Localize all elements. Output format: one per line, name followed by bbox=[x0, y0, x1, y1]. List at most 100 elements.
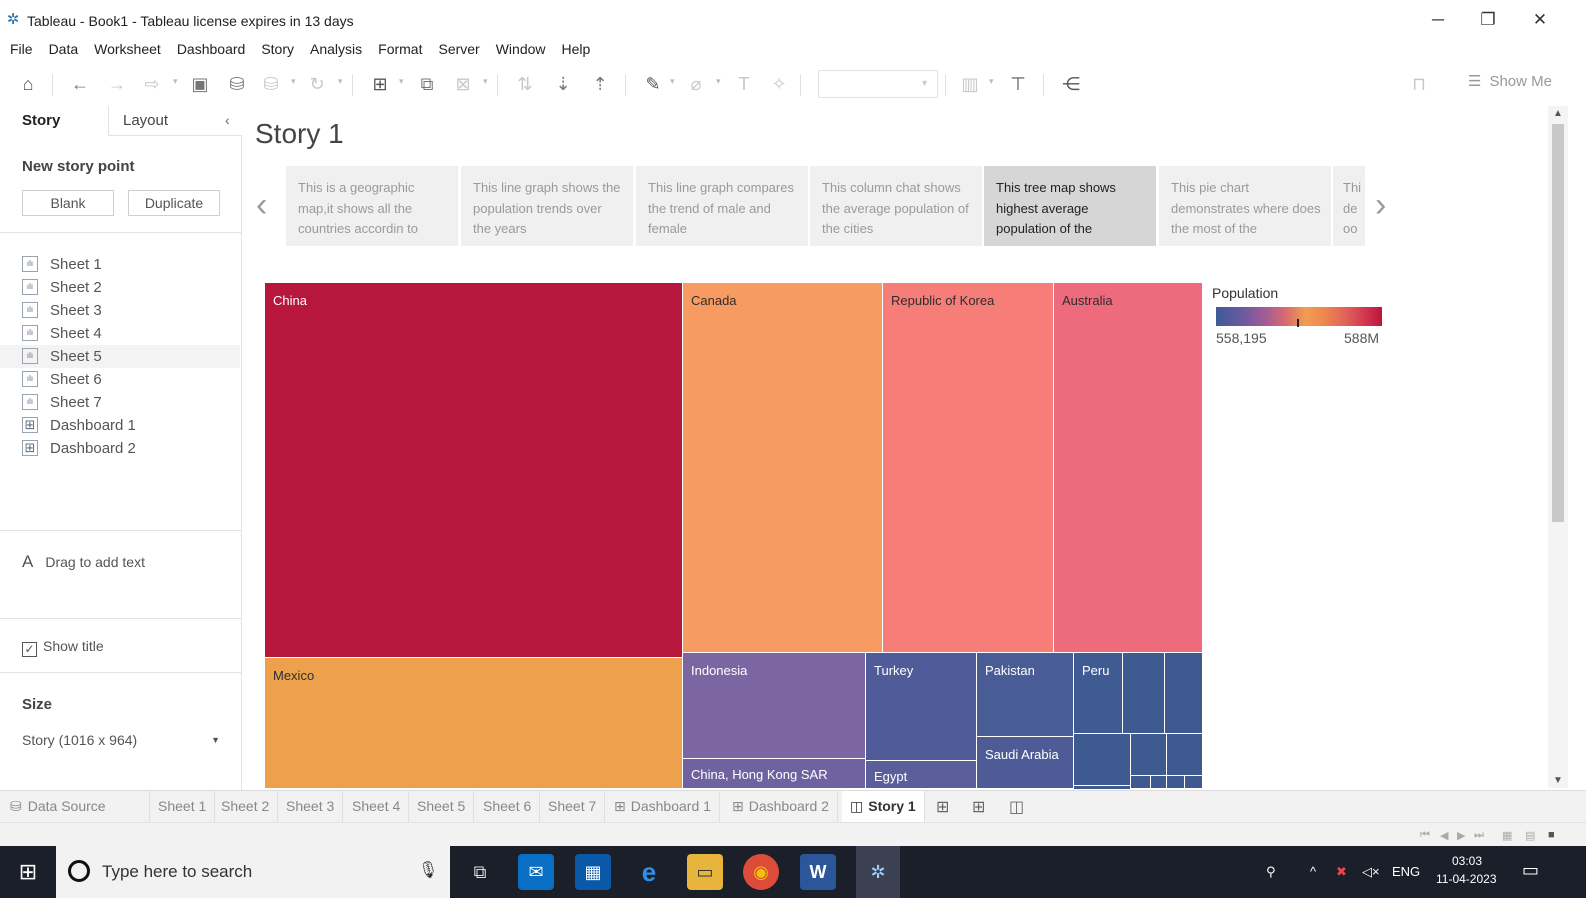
word-icon[interactable]: W bbox=[800, 854, 836, 890]
menu-format[interactable]: Format bbox=[378, 41, 422, 57]
sort-ascending-icon[interactable]: ⇣ bbox=[550, 72, 576, 96]
treemap-cell[interactable] bbox=[1123, 653, 1165, 734]
dashboard-list-item[interactable]: ⊞ Dashboard 2 bbox=[0, 437, 240, 460]
duplicate-sheet-icon[interactable]: ⧉ bbox=[414, 72, 440, 96]
tab-sheet[interactable]: Sheet 2 bbox=[213, 791, 279, 822]
treemap-cell[interactable] bbox=[1074, 786, 1131, 789]
treemap-cell[interactable] bbox=[1131, 776, 1151, 789]
treemap-cell-hong-kong[interactable]: China, Hong Kong SAR bbox=[683, 759, 866, 789]
treemap-cell-peru[interactable]: Peru bbox=[1074, 653, 1123, 734]
store-icon[interactable]: ▦ bbox=[575, 854, 611, 890]
sheet-list-item[interactable]: ılı Sheet 3 bbox=[0, 299, 240, 322]
taskbar-search[interactable]: Type here to search 🎙 bbox=[56, 846, 450, 898]
tab-sheet[interactable]: Sheet 7 bbox=[540, 791, 606, 822]
notification-icon[interactable]: ▭ bbox=[1522, 860, 1539, 881]
next-sheet-icon[interactable]: ▶ bbox=[1457, 829, 1465, 842]
swap-axes-icon[interactable]: ⇅ bbox=[512, 72, 538, 96]
menu-data[interactable]: Data bbox=[49, 41, 79, 57]
treemap-cell-mexico[interactable]: Mexico bbox=[265, 658, 683, 789]
treemap-cell[interactable] bbox=[1185, 776, 1203, 789]
new-story-icon[interactable]: ◫ bbox=[1009, 797, 1024, 817]
treemap-cell-china[interactable]: China bbox=[265, 283, 683, 658]
mail-icon[interactable]: ✉ bbox=[518, 854, 554, 890]
new-dashboard-icon[interactable]: ⊞ bbox=[972, 797, 985, 817]
treemap-cell-canada[interactable]: Canada bbox=[683, 283, 883, 653]
windows-start-icon[interactable]: ⊞ bbox=[0, 846, 56, 898]
menu-help[interactable]: Help bbox=[562, 41, 591, 57]
first-sheet-icon[interactable]: ⏮ bbox=[1420, 829, 1430, 842]
story-point[interactable]: This is a geographic map,it shows all th… bbox=[286, 166, 458, 246]
menu-worksheet[interactable]: Worksheet bbox=[94, 41, 161, 57]
menu-file[interactable]: File bbox=[10, 41, 33, 57]
menu-dashboard[interactable]: Dashboard bbox=[177, 41, 246, 57]
menu-story[interactable]: Story bbox=[261, 41, 294, 57]
treemap-cell-indonesia[interactable]: Indonesia bbox=[683, 653, 866, 759]
menu-window[interactable]: Window bbox=[496, 41, 546, 57]
file-explorer-icon[interactable]: ▭ bbox=[687, 854, 723, 890]
new-worksheet-icon[interactable]: ⊞ bbox=[367, 72, 393, 96]
close-icon[interactable]: ✕ bbox=[1520, 6, 1560, 34]
edge-icon[interactable]: e bbox=[631, 854, 667, 890]
treemap-cell[interactable] bbox=[1165, 653, 1203, 734]
sort-descending-icon[interactable]: ⇡ bbox=[587, 72, 613, 96]
home-icon[interactable]: ⌂ bbox=[15, 72, 41, 96]
clock-date[interactable]: 11-04-2023 bbox=[1436, 872, 1497, 886]
last-sheet-icon[interactable]: ⏭ bbox=[1474, 829, 1484, 842]
chrome-icon[interactable]: ◉ bbox=[743, 854, 779, 890]
treemap-cell-saudi-arabia[interactable]: Saudi Arabia bbox=[977, 737, 1074, 789]
clear-sheet-icon[interactable]: ⊠ bbox=[450, 72, 476, 96]
clock-time[interactable]: 03:03 bbox=[1452, 854, 1482, 868]
treemap-cell[interactable] bbox=[1131, 734, 1167, 776]
tab-sheet[interactable]: Sheet 6 bbox=[475, 791, 541, 822]
scrollbar-thumb[interactable] bbox=[1552, 124, 1564, 522]
treemap-cell-egypt[interactable]: Egypt bbox=[866, 761, 977, 789]
restore-icon[interactable]: ❐ bbox=[1468, 6, 1508, 34]
collapse-panel-icon[interactable]: ‹ bbox=[225, 112, 230, 128]
story-point-active[interactable]: This tree map shows highest average popu… bbox=[984, 166, 1156, 246]
sheet-list-item[interactable]: ılı Sheet 7 bbox=[0, 391, 240, 414]
story-point[interactable]: This line graph compares the trend of ma… bbox=[636, 166, 808, 246]
network-icon[interactable]: ✖ bbox=[1336, 864, 1347, 880]
new-worksheet-icon[interactable]: ⊞ bbox=[936, 797, 949, 817]
volume-icon[interactable]: ◁× bbox=[1362, 864, 1380, 880]
drag-to-add-text[interactable]: A Drag to add text bbox=[22, 552, 145, 572]
sheet-list-item[interactable]: ılı Sheet 5 bbox=[0, 345, 240, 368]
treemap-cell[interactable] bbox=[1167, 734, 1203, 776]
tab-data-source[interactable]: ⛁ Data Source bbox=[0, 791, 150, 822]
treemap-cell-australia[interactable]: Australia bbox=[1054, 283, 1203, 653]
treemap-cell-republic-of-korea[interactable]: Republic of Korea bbox=[883, 283, 1054, 653]
group-icon[interactable]: ⌀ bbox=[683, 72, 709, 96]
tab-sheet[interactable]: Sheet 5 bbox=[409, 791, 475, 822]
chevron-up-icon[interactable]: ^ bbox=[1310, 864, 1316, 879]
pause-updates-icon[interactable]: ⛁ bbox=[258, 72, 284, 96]
tableau-icon[interactable]: ✲ bbox=[860, 854, 896, 890]
labels-icon[interactable]: T bbox=[731, 72, 757, 96]
undo-icon[interactable]: ← bbox=[67, 72, 93, 96]
previous-sheet-icon[interactable]: ◀ bbox=[1440, 829, 1448, 842]
tab-sheet[interactable]: Sheet 3 bbox=[278, 791, 344, 822]
redo-icon[interactable]: → bbox=[104, 72, 130, 96]
sheet-list-item[interactable]: ılı Sheet 4 bbox=[0, 322, 240, 345]
task-view-icon[interactable]: ⧉ bbox=[462, 854, 498, 890]
tab-story[interactable]: Story bbox=[0, 106, 108, 136]
replay-icon[interactable]: ⇨ bbox=[139, 72, 165, 96]
sheet-sorter-icon[interactable]: ▦ bbox=[1502, 829, 1512, 842]
tabs-view-icon[interactable]: ■ bbox=[1548, 829, 1555, 841]
menu-analysis[interactable]: Analysis bbox=[310, 41, 362, 57]
treemap-cell[interactable] bbox=[1151, 776, 1167, 789]
tab-sheet[interactable]: Sheet 4 bbox=[344, 791, 410, 822]
story-point[interactable]: Thi de oo bbox=[1333, 166, 1365, 246]
refresh-icon[interactable]: ↻ bbox=[304, 72, 330, 96]
tab-layout[interactable]: Layout bbox=[108, 106, 242, 136]
pin-icon[interactable]: ✧ bbox=[766, 72, 792, 96]
story-point[interactable]: This column chat shows the average popul… bbox=[810, 166, 982, 246]
show-me-button[interactable]: ☰ Show Me bbox=[1468, 72, 1552, 90]
menu-server[interactable]: Server bbox=[438, 41, 479, 57]
chart-dropdown-icon[interactable]: ▥ bbox=[957, 72, 983, 96]
fit-dropdown[interactable]: ▼ bbox=[818, 70, 938, 98]
people-icon[interactable]: ⚲ bbox=[1266, 864, 1276, 880]
treemap-cell-turkey[interactable]: Turkey bbox=[866, 653, 977, 761]
sheet-list-item[interactable]: ılı Sheet 2 bbox=[0, 276, 240, 299]
active-app-highlight[interactable]: ✲ bbox=[856, 846, 900, 898]
share-icon[interactable]: ⋲ bbox=[1058, 72, 1084, 96]
